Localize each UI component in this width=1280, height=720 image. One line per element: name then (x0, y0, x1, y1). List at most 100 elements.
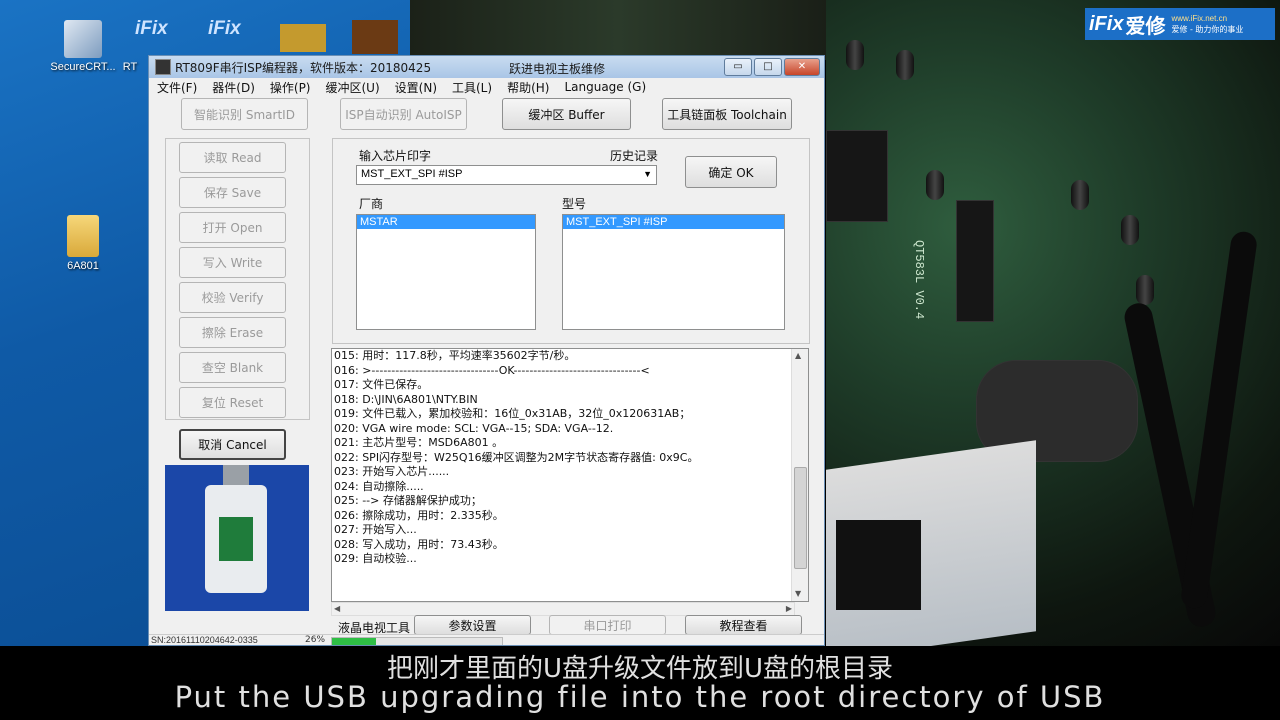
logo-brand-cn: 爱修 (1125, 13, 1166, 38)
status-bar: SN:20161110204642-0335 26% (149, 634, 824, 645)
vendor-list-item[interactable]: MSTAR (357, 215, 535, 229)
ifix-desktop-icon[interactable]: iFix (135, 18, 168, 40)
programmer-photo (165, 465, 309, 611)
log-lines: 015: 用时：117.8秒，平均速率35602字节/秒。 016: >-----… (332, 349, 808, 567)
log-line: 021: 主芯片型号：MSD6A801 。 (334, 436, 504, 449)
menu-operation[interactable]: 操作(P) (262, 79, 318, 96)
progress-percent: 26% (305, 635, 326, 645)
log-vertical-scrollbar[interactable]: ▲ ▼ (791, 349, 808, 601)
params-button[interactable]: 参数设置 (414, 615, 531, 635)
log-line: 026: 擦除成功，用时：2.335秒。 (334, 508, 504, 522)
window-title: RT809F串行ISP编程器，软件版本：20180425 (175, 60, 432, 75)
menu-buffer[interactable]: 缓冲区(U) (318, 79, 387, 96)
log-line: 017: 文件已保存。 (334, 378, 429, 391)
window-company: 跃进电视主板维修 (509, 62, 606, 76)
ok-button[interactable]: 确定 OK (685, 156, 777, 188)
logo-brand: iFix (1089, 12, 1124, 35)
chip-marking-label: 输入芯片印字 (359, 149, 432, 163)
capacitor (896, 50, 914, 80)
folder-icon (67, 215, 99, 257)
vendor-label: 厂商 (359, 197, 384, 211)
capacitor (1071, 180, 1089, 210)
reset-button[interactable]: 复位 Reset (179, 387, 286, 418)
toolchain-button[interactable]: 工具链面板 Toolchain (662, 98, 792, 130)
progress-fill (332, 638, 377, 645)
chip-marking-value: MST_EXT_SPI #ISP (361, 168, 463, 180)
log-line: 015: 用时：117.8秒，平均速率35602字节/秒。 (334, 349, 576, 362)
capacitor (1136, 275, 1154, 305)
history-label[interactable]: 历史记录 (610, 147, 658, 164)
log-line: 025: --> 存储器解保护成功； (334, 494, 482, 507)
rt809f-window: RT809F串行ISP编程器，软件版本：20180425 跃进电视主板维修 ▭ … (148, 55, 825, 646)
log-output[interactable]: 015: 用时：117.8秒，平均速率35602字节/秒。 016: >-----… (331, 348, 809, 602)
model-label: 型号 (562, 197, 587, 211)
buffer-button[interactable]: 缓冲区 Buffer (502, 98, 631, 130)
title-bar[interactable]: RT809F串行ISP编程器，软件版本：20180425 跃进电视主板维修 ▭ … (149, 56, 824, 78)
read-button[interactable]: 读取 Read (179, 142, 286, 173)
capacitor (846, 40, 864, 70)
write-button[interactable]: 写入 Write (179, 247, 286, 278)
video-pcb-view: QT583L V0.4 (826, 0, 1280, 646)
tutorial-button[interactable]: 教程查看 (685, 615, 802, 635)
model-list[interactable]: MST_EXT_SPI #ISP (562, 214, 785, 330)
game-icon[interactable] (352, 20, 398, 54)
serial-number: SN:20161110204642-0335 (151, 635, 258, 645)
scroll-left-icon[interactable]: ◀ (334, 604, 340, 613)
log-line: 022: SPI闪存型号：W25Q16缓冲区调整为2M字节状态寄存器值: 0x9… (334, 450, 699, 464)
cancel-button[interactable]: 取消 Cancel (179, 429, 286, 460)
log-line: 028: 写入成功，用时：73.43秒。 (334, 537, 504, 551)
log-line: 029: 自动校验... (334, 552, 417, 565)
log-line: 027: 开始写入... (334, 523, 417, 536)
app-icon (155, 59, 171, 75)
blank-button[interactable]: 查空 Blank (179, 352, 286, 383)
log-line: 020: VGA wire mode: SCL: VGA--15; SDA: V… (334, 421, 614, 435)
log-line: 023: 开始写入芯片...... (334, 465, 450, 478)
log-line: 019: 文件已载入，累加校验和：16位_0x31AB，32位_0x120631… (334, 407, 691, 420)
progress-bar (331, 637, 503, 645)
serial-print-button[interactable]: 串口打印 (549, 615, 666, 635)
chevron-down-icon[interactable]: ▼ (643, 169, 652, 179)
menu-language[interactable]: Language (G) (556, 80, 653, 94)
menu-bar: 文件(F) 器件(D) 操作(P) 缓冲区(U) 设置(N) 工具(L) 帮助(… (149, 78, 824, 96)
open-button[interactable]: 打开 Open (179, 212, 286, 243)
log-line: 018: D:\JIN\6A801\NTY.BIN (334, 392, 478, 406)
scroll-thumb[interactable] (794, 467, 807, 569)
autoisp-button[interactable]: ISP自动识别 AutoISP (340, 98, 467, 130)
menu-device[interactable]: 器件(D) (204, 79, 262, 96)
log-line: 024: 自动擦除..... (334, 479, 424, 493)
hxd-icon[interactable] (280, 24, 326, 52)
log-horizontal-scrollbar[interactable]: ◀ ▶ (331, 602, 795, 616)
capacitor (1121, 215, 1139, 245)
ifix-desktop-icon[interactable]: iFix (208, 18, 241, 40)
pcb-connector (956, 200, 994, 322)
folder-label: 6A801 (67, 260, 99, 272)
desktop-folder-6a801[interactable]: 6A801 (45, 215, 121, 272)
verify-button[interactable]: 校验 Verify (179, 282, 286, 313)
zif-socket (836, 520, 921, 610)
menu-settings[interactable]: 设置(N) (387, 79, 444, 96)
menu-file[interactable]: 文件(F) (149, 79, 204, 96)
pcb-label: QT583L V0.4 (912, 240, 926, 320)
erase-button[interactable]: 擦除 Erase (179, 317, 286, 348)
vendor-list[interactable]: MSTAR (356, 214, 536, 330)
logo-url: www.iFix.net.cn (1171, 14, 1228, 23)
scroll-right-icon[interactable]: ▶ (786, 604, 792, 613)
save-button[interactable]: 保存 Save (179, 177, 286, 208)
scroll-down-icon[interactable]: ▼ (795, 589, 801, 598)
scroll-up-icon[interactable]: ▲ (795, 351, 801, 360)
smartid-button[interactable]: 智能识别 SmartID (181, 98, 308, 130)
securecrt-icon (64, 20, 102, 58)
model-list-item[interactable]: MST_EXT_SPI #ISP (563, 215, 784, 229)
close-button[interactable]: ✕ (784, 58, 820, 76)
logo-slogan: 爱修 - 助力你的事业 (1171, 25, 1244, 34)
video-top-strip (410, 0, 826, 60)
db-connector-shape (223, 465, 249, 487)
menu-tools[interactable]: 工具(L) (444, 79, 499, 96)
cable (1179, 230, 1259, 610)
chip-marking-combo[interactable]: MST_EXT_SPI #ISP ▼ (356, 165, 657, 185)
minimize-button[interactable]: ▭ (724, 58, 752, 76)
ifix-logo: iFix 爱修 www.iFix.net.cn 爱修 - 助力你的事业 (1085, 8, 1275, 40)
pcb-chip (826, 130, 888, 222)
menu-help[interactable]: 帮助(H) (499, 79, 556, 96)
maximize-button[interactable]: □ (754, 58, 782, 76)
